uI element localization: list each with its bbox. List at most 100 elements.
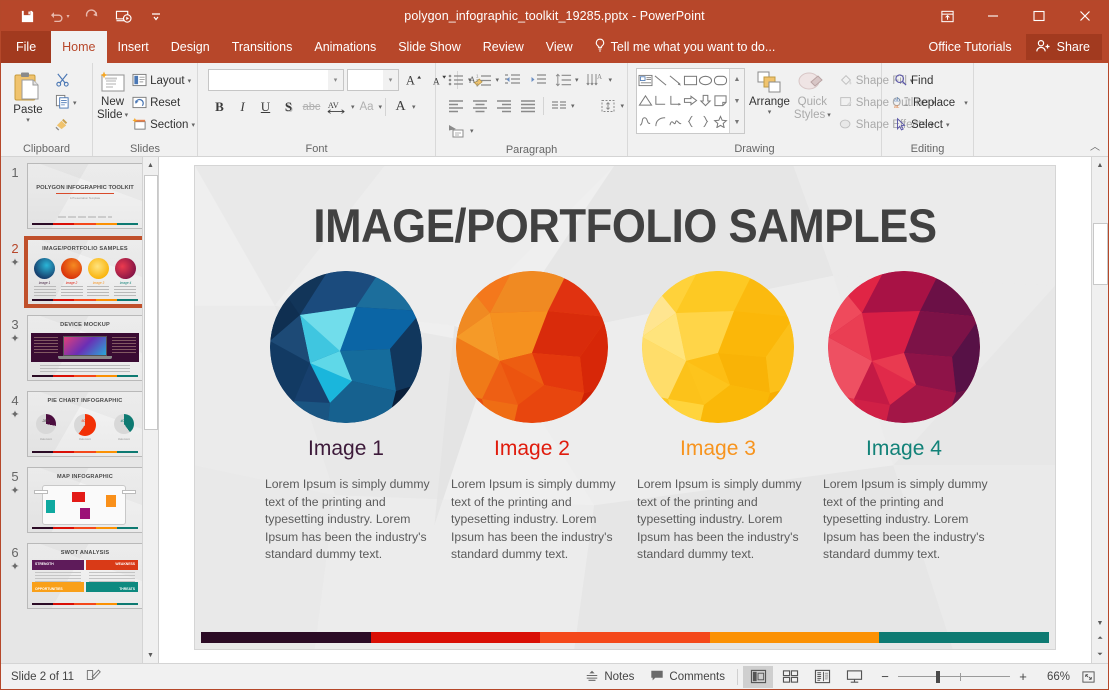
thumbnail-scroll-track[interactable]	[143, 173, 159, 647]
align-text-caret-icon[interactable]: ▾	[621, 103, 625, 110]
change-case-button[interactable]: Aa	[355, 96, 379, 118]
align-left-button[interactable]	[444, 95, 468, 117]
portfolio-body-1[interactable]: Lorem Ipsum is simply dummy text of the …	[261, 476, 431, 564]
text-shadow-button[interactable]: S	[277, 96, 300, 118]
ribbon-display-options-icon[interactable]	[924, 1, 970, 31]
change-case-caret-icon[interactable]: ▾	[379, 104, 383, 111]
redo-icon[interactable]	[81, 6, 102, 27]
tab-review[interactable]: Review	[472, 31, 535, 63]
shape-right-arrow-icon[interactable]	[683, 91, 698, 112]
start-presentation-icon[interactable]	[113, 6, 134, 27]
line-spacing-caret-icon[interactable]: ▾	[575, 77, 579, 84]
account-name[interactable]: Office Tutorials	[919, 40, 1022, 54]
copy-button[interactable]: ▾	[51, 92, 81, 114]
shape-curve-icon[interactable]	[668, 111, 683, 132]
replace-caret-icon[interactable]: ▾	[964, 100, 968, 107]
tab-insert[interactable]: Insert	[107, 31, 160, 63]
format-painter-button[interactable]	[51, 114, 81, 136]
numbering-button[interactable]: 123	[472, 69, 496, 91]
shape-arrow-icon[interactable]	[668, 70, 683, 91]
slide-scroll-track[interactable]	[1092, 173, 1109, 615]
portfolio-body-3[interactable]: Lorem Ipsum is simply dummy text of the …	[633, 476, 803, 564]
increase-font-size-button[interactable]: A	[402, 69, 425, 91]
portfolio-label-2[interactable]: Image 2	[494, 437, 570, 461]
slide-editing-area[interactable]: IMAGE/PORTFOLIO SAMPLES	[159, 157, 1091, 663]
thumbnail-scroll-up-icon[interactable]: ▲	[143, 157, 159, 173]
portfolio-image-1[interactable]	[270, 271, 422, 423]
tab-design[interactable]: Design	[160, 31, 221, 63]
thumbnail-scrollbar[interactable]: ▲ ▼	[142, 157, 158, 663]
zoom-slider[interactable]	[898, 670, 1010, 684]
slide-scroll-thumb[interactable]	[1093, 223, 1108, 285]
paste-caret-icon[interactable]: ▾	[26, 117, 30, 124]
columns-button[interactable]	[547, 95, 571, 117]
section-button[interactable]: Section ▾	[128, 114, 199, 136]
bullets-button[interactable]	[444, 69, 468, 91]
shape-down-arrow-icon[interactable]	[698, 91, 713, 112]
slide-thumbnail-1[interactable]: 1 POLYGON INFOGRAPHIC TOOLKIT A Presenta…	[1, 163, 158, 229]
next-slide-icon[interactable]: ⏷	[1092, 647, 1108, 663]
align-right-button[interactable]	[492, 95, 516, 117]
shape-oval-icon[interactable]	[698, 70, 713, 91]
slide-thumbnail-frame-2[interactable]: IMAGE/PORTFOLIO SAMPLES Image 1Image 2Im…	[27, 239, 143, 305]
zoom-slider-handle[interactable]	[936, 671, 940, 683]
shape-elbow-connector-icon[interactable]	[653, 91, 668, 112]
reading-view-button[interactable]	[807, 666, 837, 688]
align-text-button[interactable]	[595, 95, 621, 117]
slide-show-view-button[interactable]	[839, 666, 869, 688]
undo-icon[interactable]: ▾	[49, 6, 70, 27]
slide-thumbnail-frame-1[interactable]: POLYGON INFOGRAPHIC TOOLKIT A Presentati…	[27, 163, 143, 229]
portfolio-body-4[interactable]: Lorem Ipsum is simply dummy text of the …	[819, 476, 989, 564]
shapes-gallery[interactable]: ▲ ▼ ▼	[636, 68, 745, 134]
text-direction-caret-icon[interactable]: ▾	[609, 77, 613, 84]
font-color-caret-icon[interactable]: ▾	[412, 104, 416, 111]
zoom-out-button[interactable]: −	[878, 669, 892, 684]
maximize-icon[interactable]	[1016, 1, 1062, 31]
font-size-combo[interactable]: ▾	[347, 69, 399, 91]
zoom-level-label[interactable]: 66%	[1036, 671, 1070, 683]
tab-view[interactable]: View	[535, 31, 584, 63]
select-caret-icon[interactable]: ▾	[946, 122, 950, 129]
tab-transitions[interactable]: Transitions	[221, 31, 304, 63]
shape-rounded-rectangle-icon[interactable]	[713, 70, 728, 91]
text-direction-button[interactable]: A	[583, 69, 609, 91]
slide-thumbnail-frame-3[interactable]: DEVICE MOCKUP	[27, 315, 143, 381]
tab-slide-show[interactable]: Slide Show	[387, 31, 472, 63]
section-caret-icon[interactable]: ▾	[191, 122, 195, 129]
normal-view-button[interactable]	[743, 666, 773, 688]
portfolio-image-2[interactable]	[456, 271, 608, 423]
thumbnail-scroll-down-icon[interactable]: ▼	[143, 647, 159, 663]
convert-to-smartart-button[interactable]	[444, 120, 470, 142]
decrease-indent-button[interactable]	[499, 69, 525, 91]
font-size-caret-icon[interactable]: ▾	[383, 70, 398, 90]
replace-button[interactable]: abac Replace ▾	[890, 92, 972, 114]
portfolio-image-4[interactable]	[828, 271, 980, 423]
bold-button[interactable]: B	[208, 96, 231, 118]
comments-button[interactable]: Comments	[642, 666, 733, 688]
shapes-more-icon[interactable]: ▼	[734, 113, 741, 132]
shape-text-box-icon[interactable]	[638, 70, 653, 91]
increase-indent-button[interactable]	[525, 69, 551, 91]
tab-animations[interactable]: Animations	[303, 31, 387, 63]
slide-thumbnail-5[interactable]: 5 ✦ MAP INFOGRAPHIC	[1, 467, 158, 533]
zoom-in-button[interactable]: +	[1016, 669, 1030, 684]
share-button[interactable]: Share	[1026, 34, 1102, 60]
convert-smartart-caret-icon[interactable]: ▾	[470, 128, 474, 135]
portfolio-image-3[interactable]	[642, 271, 794, 423]
notes-button[interactable]: Notes	[577, 666, 642, 688]
arrange-button[interactable]: Arrange ▾	[749, 68, 790, 116]
thumbnail-scroll-thumb[interactable]	[144, 175, 158, 430]
shape-arc-icon[interactable]	[653, 111, 668, 132]
slide-scrollbar[interactable]: ▲ ▼ ⏶ ⏷	[1091, 157, 1108, 663]
line-spacing-button[interactable]	[551, 69, 575, 91]
new-slide-button[interactable]: New Slide ▾	[97, 68, 128, 122]
slide-thumbnail-3[interactable]: 3 ✦ DEVICE MOCKUP	[1, 315, 158, 381]
shape-rectangle-icon[interactable]	[683, 70, 698, 91]
slide-scroll-up-icon[interactable]: ▲	[1092, 157, 1108, 173]
shapes-scroll-up-icon[interactable]: ▲	[734, 70, 741, 89]
shape-elbow-arrow-connector-icon[interactable]	[668, 91, 683, 112]
slide-thumbnail-frame-6[interactable]: SWOT ANALYSIS STRENGTH WEAKNESS OPPORTUN…	[27, 543, 143, 609]
tab-file[interactable]: File	[1, 31, 51, 63]
italic-button[interactable]: I	[231, 96, 254, 118]
shape-scribble-icon[interactable]	[638, 111, 653, 132]
